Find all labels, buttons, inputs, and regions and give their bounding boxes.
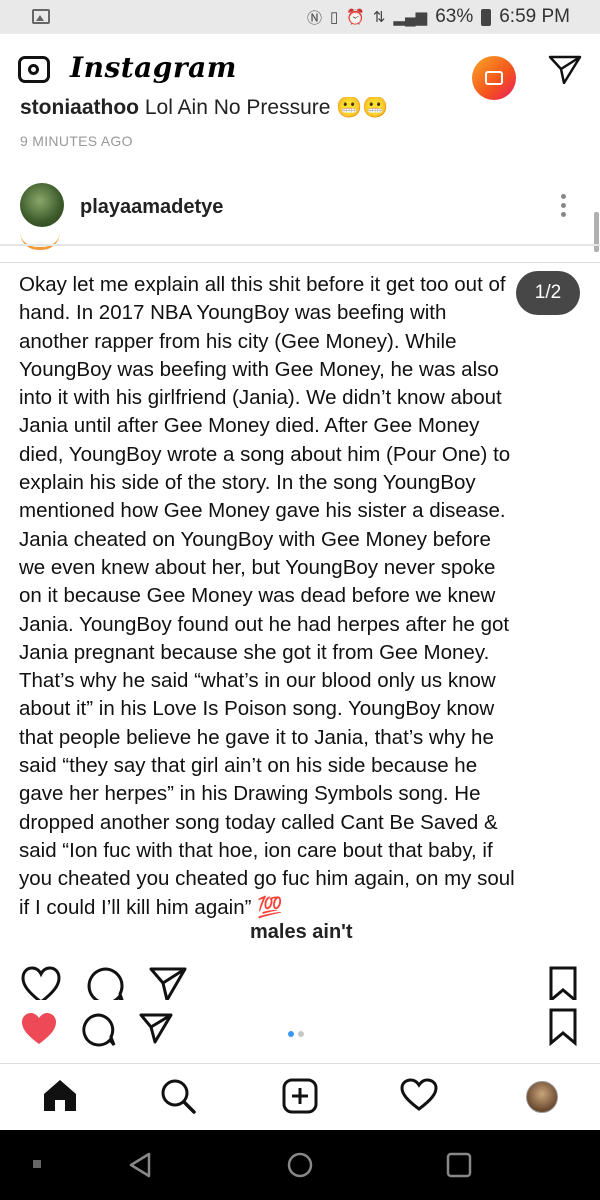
- action-row: [0, 1000, 600, 1056]
- igtv-icon[interactable]: [472, 56, 516, 100]
- carousel-dot: [298, 1031, 304, 1037]
- heart-filled-icon[interactable]: [20, 1012, 58, 1046]
- status-icons: Ⓝ ▯ ⏰ ⇅ ▂▄▆ 63% 6:59 PM: [307, 6, 570, 28]
- post-username[interactable]: playaamadetye: [80, 196, 223, 219]
- bookmark-icon[interactable]: [548, 1008, 578, 1046]
- caption-line: Jania. YoungBoy found out he had herpes …: [19, 612, 510, 636]
- caption-line: that people believe he gave it to Jania,…: [19, 725, 494, 749]
- post-image[interactable]: Okay let me explain all this shit before…: [0, 262, 600, 947]
- divider: [0, 244, 600, 246]
- caption-line: you cheated you cheated go fuc him again…: [19, 867, 515, 891]
- action-row-overlay: [0, 958, 600, 1005]
- back-icon[interactable]: [128, 1152, 152, 1178]
- previous-comment: stoniaathoo Lol Ain No Pressure 😬😬: [20, 97, 389, 119]
- bookmark-outline-icon-ghost: [549, 966, 577, 1002]
- post-image-text: Okay let me explain all this shit before…: [19, 271, 589, 922]
- profile-avatar[interactable]: [526, 1081, 558, 1113]
- share-outline-icon[interactable]: [148, 966, 188, 1002]
- caption-line: if I could I’ll kill him again” 💯: [19, 895, 283, 919]
- avatar[interactable]: [20, 183, 64, 227]
- caption-line: about it” in his Love Is Poison song. Yo…: [19, 697, 495, 721]
- direct-message-icon[interactable]: [548, 54, 582, 84]
- carousel-dot-active: [288, 1031, 294, 1037]
- carousel-dots: [288, 1024, 308, 1042]
- more-options-icon[interactable]: [561, 194, 567, 221]
- share-icon[interactable]: [138, 1012, 174, 1044]
- story-ring-fragment: [20, 232, 60, 250]
- battery-percent: 63%: [435, 6, 474, 27]
- bottom-nav: [0, 1063, 600, 1131]
- caption-line: YoungBoy was beefing with Gee Money, he …: [19, 357, 499, 381]
- caption-line: said “Ion fuc with that hoe, ion care bo…: [19, 838, 493, 862]
- signal-icon: ▂▄▆: [393, 9, 428, 26]
- comment-text: Lol Ain No Pressure 😬😬: [144, 97, 389, 119]
- caption-line: died, YoungBoy wrote a song about him (P…: [19, 442, 511, 466]
- new-post-icon[interactable]: [282, 1078, 318, 1114]
- caption-line: on it because Gee Money was dead before …: [19, 584, 496, 608]
- caption-line: Jania until after Gee Money died. After …: [19, 414, 480, 438]
- camera-icon[interactable]: [18, 56, 50, 83]
- caption-line: another rapper from his city (Gee Money)…: [19, 329, 457, 353]
- post-header: playaamadetye: [0, 170, 600, 240]
- caption-line: Jania pregnant because she got it from G…: [19, 640, 490, 664]
- recent-apps-small-icon[interactable]: [33, 1160, 41, 1168]
- caption-line: explain his side of the story. In the so…: [19, 471, 476, 495]
- caption-line: said “they say that girl ain’t on his si…: [19, 754, 478, 778]
- scrollbar[interactable]: [594, 212, 599, 252]
- home-icon[interactable]: [42, 1078, 78, 1112]
- caption-line: we even knew about her, but YoungBoy nev…: [19, 555, 496, 579]
- cut-off-text: males ain't: [250, 921, 353, 943]
- 4g-icon: ⇅: [372, 9, 386, 26]
- home-circle-icon[interactable]: [287, 1152, 313, 1178]
- caption-line: Okay let me explain all this shit before…: [19, 273, 506, 296]
- gallery-icon: [32, 9, 50, 24]
- app-bar: Instagram: [0, 34, 600, 102]
- nfc-icon: Ⓝ: [306, 9, 322, 27]
- caption-line: gave her herpes” in his Drawing Symbols …: [19, 782, 481, 806]
- caption-line: That’s why he said “what’s in our blood …: [19, 669, 496, 693]
- caption-line: into it with his girlfriend (Jania). We …: [19, 386, 502, 410]
- search-icon[interactable]: [160, 1078, 196, 1114]
- activity-icon[interactable]: [400, 1078, 438, 1112]
- vibrate-icon: ▯: [329, 9, 339, 26]
- battery-icon: [481, 8, 492, 26]
- caption-line: Jania cheated on YoungBoy with Gee Money…: [19, 527, 491, 551]
- clock: 6:59 PM: [499, 6, 570, 27]
- caption-line: hand. In 2017 NBA YoungBoy was beefing w…: [19, 301, 447, 325]
- comment-timestamp: 9 MINUTES AGO: [20, 133, 133, 149]
- carousel-counter: 1/2: [516, 271, 580, 315]
- status-bar: Ⓝ ▯ ⏰ ⇅ ▂▄▆ 63% 6:59 PM: [0, 0, 600, 34]
- overview-icon[interactable]: [446, 1152, 472, 1178]
- comment-username[interactable]: stoniaathoo: [20, 97, 139, 119]
- caption-line: dropped another song today called Cant B…: [19, 810, 498, 834]
- app-logo: Instagram: [70, 51, 237, 84]
- caption-line: mentioned how Gee Money gave his sister …: [19, 499, 506, 523]
- alarm-icon: ⏰: [346, 9, 365, 26]
- android-nav-bar: [0, 1130, 600, 1200]
- comment-icon[interactable]: [80, 1012, 116, 1048]
